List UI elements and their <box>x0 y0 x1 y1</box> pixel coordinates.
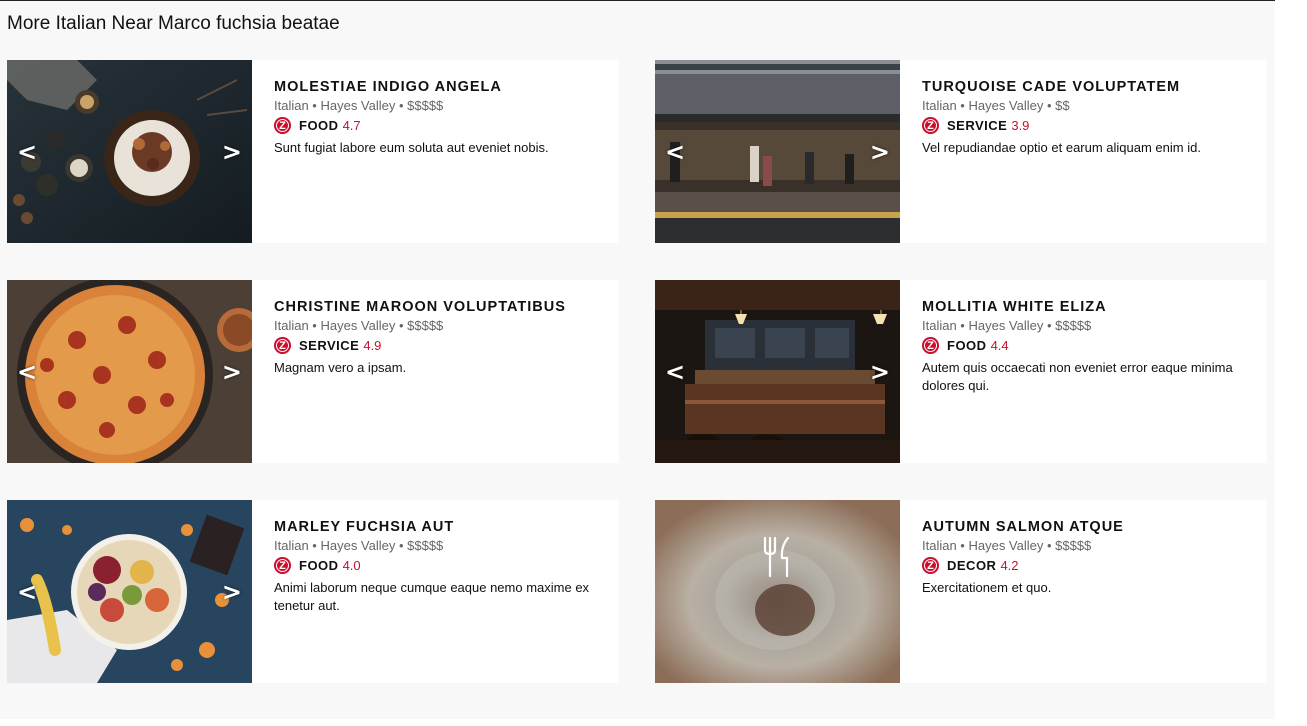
zagat-logo-icon: Z <box>922 337 939 354</box>
previous-photo-arrow[interactable]: < <box>17 360 37 384</box>
card-body: TURQUOISE CADE VOLUPTATEM Italian • Haye… <box>900 60 1267 243</box>
restaurant-name[interactable]: AUTUMN SALMON ATQUE <box>922 519 1267 535</box>
restaurant-name[interactable]: TURQUOISE CADE VOLUPTATEM <box>922 79 1267 95</box>
next-photo-arrow[interactable]: > <box>870 360 890 384</box>
rating-category: FOOD <box>299 118 339 133</box>
restaurant-card[interactable]: < > CHRISTINE MAROON VOLUPTATIBUS Italia… <box>7 280 619 463</box>
zagat-logo-icon: Z <box>274 337 291 354</box>
card-body: MOLLITIA WHITE ELIZA Italian • Hayes Val… <box>900 280 1267 463</box>
pizza-photo <box>7 280 252 463</box>
fork-knife-icon <box>760 536 794 583</box>
rating: Z SERVICE 4.9 <box>274 337 619 354</box>
rating-score: 4.7 <box>342 118 361 133</box>
card-body: MOLESTIAE INDIGO ANGELA Italian • Hayes … <box>252 60 619 243</box>
previous-photo-arrow[interactable]: < <box>665 140 685 164</box>
restaurant-photo[interactable]: < > <box>7 280 252 463</box>
next-photo-arrow[interactable]: > <box>222 360 242 384</box>
rating: Z DECOR 4.2 <box>922 557 1267 574</box>
zagat-logo-icon: Z <box>922 557 939 574</box>
restaurant-meta: Italian • Hayes Valley • $$$$$ <box>922 318 1092 333</box>
rating-category: SERVICE <box>947 118 1008 133</box>
restaurant-name[interactable]: CHRISTINE MAROON VOLUPTATIBUS <box>274 299 619 315</box>
restaurant-card[interactable]: AUTUMN SALMON ATQUE Italian • Hayes Vall… <box>655 500 1267 683</box>
card-body: AUTUMN SALMON ATQUE Italian • Hayes Vall… <box>900 500 1267 683</box>
rating-score: 4.4 <box>990 338 1009 353</box>
card-body: CHRISTINE MAROON VOLUPTATIBUS Italian • … <box>252 280 619 463</box>
section-title: More Italian Near Marco fuchsia beatae <box>7 13 340 34</box>
restaurant-card[interactable]: < > MOLESTIAE INDIGO ANGELA Italian • Ha… <box>7 60 619 243</box>
restaurant-description: Vel repudiandae optio et earum aliquam e… <box>922 140 1201 155</box>
restaurant-name[interactable]: MARLEY FUCHSIA AUT <box>274 519 619 535</box>
restaurant-description: Exercitationem et quo. <box>922 580 1052 595</box>
restaurant-photo[interactable]: < > <box>7 60 252 243</box>
next-photo-arrow[interactable]: > <box>222 140 242 164</box>
next-photo-arrow[interactable]: > <box>870 140 890 164</box>
restaurant-meta: Italian • Hayes Valley • $$$$$ <box>922 538 1092 553</box>
placeholder-photo <box>655 500 900 683</box>
restaurant-photo-placeholder[interactable] <box>655 500 900 683</box>
rating-category: FOOD <box>947 338 987 353</box>
restaurant-description: Autem quis occaecati non eveniet error e… <box>922 360 1233 393</box>
restaurant-description: Sunt fugiat labore eum soluta aut evenie… <box>274 140 549 155</box>
rating-category: FOOD <box>299 558 339 573</box>
restaurant-name[interactable]: MOLLITIA WHITE ELIZA <box>922 299 1267 315</box>
restaurant-card[interactable]: < > MARLEY FUCHSIA AUT Italian • Hayes V… <box>7 500 619 683</box>
restaurant-name[interactable]: MOLESTIAE INDIGO ANGELA <box>274 79 619 95</box>
zagat-logo-icon: Z <box>274 117 291 134</box>
zagat-logo-icon: Z <box>922 117 939 134</box>
previous-photo-arrow[interactable]: < <box>665 360 685 384</box>
previous-photo-arrow[interactable]: < <box>17 580 37 604</box>
restaurant-meta: Italian • Hayes Valley • $$$$$ <box>274 538 444 553</box>
rating-category: SERVICE <box>299 338 360 353</box>
restaurant-meta: Italian • Hayes Valley • $$ <box>922 98 1070 113</box>
restaurant-description: Magnam vero a ipsam. <box>274 360 407 375</box>
bar-interior-photo <box>655 280 900 463</box>
restaurant-photo[interactable]: < > <box>7 500 252 683</box>
rating: Z FOOD 4.7 <box>274 117 619 134</box>
restaurant-meta: Italian • Hayes Valley • $$$$$ <box>274 318 444 333</box>
card-body: MARLEY FUCHSIA AUT Italian • Hayes Valle… <box>252 500 619 683</box>
cafe-terrace-photo <box>655 60 900 243</box>
restaurant-meta: Italian • Hayes Valley • $$$$$ <box>274 98 444 113</box>
next-photo-arrow[interactable]: > <box>222 580 242 604</box>
previous-photo-arrow[interactable]: < <box>17 140 37 164</box>
fruit-bowl-photo <box>7 500 252 683</box>
zagat-logo-icon: Z <box>274 557 291 574</box>
restaurant-photo[interactable]: < > <box>655 280 900 463</box>
cake-photo <box>7 60 252 243</box>
rating-category: DECOR <box>947 558 997 573</box>
rating-score: 4.2 <box>1000 558 1019 573</box>
restaurant-card[interactable]: < > MOLLITIA WHITE ELIZA Italian • Hayes… <box>655 280 1267 463</box>
rating-score: 4.9 <box>363 338 382 353</box>
restaurant-description: Animi laborum neque cumque eaque nemo ma… <box>274 580 590 613</box>
restaurant-card[interactable]: < > TURQUOISE CADE VOLUPTATEM Italian • … <box>655 60 1267 243</box>
rating: Z FOOD 4.0 <box>274 557 619 574</box>
rating: Z SERVICE 3.9 <box>922 117 1267 134</box>
restaurant-photo[interactable]: < > <box>655 60 900 243</box>
page: More Italian Near Marco fuchsia beatae <… <box>0 0 1275 719</box>
rating: Z FOOD 4.4 <box>922 337 1267 354</box>
rating-score: 4.0 <box>342 558 361 573</box>
rating-score: 3.9 <box>1011 118 1030 133</box>
